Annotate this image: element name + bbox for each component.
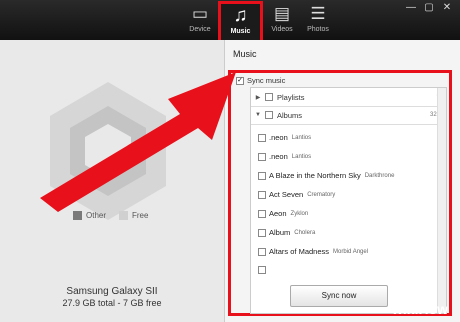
maximize-button[interactable]: ▢ — [422, 2, 436, 13]
chevron-down-icon: ▼ — [255, 112, 261, 118]
album-checkbox[interactable] — [258, 209, 266, 218]
device-pane: Other Free Samsung Galaxy SII 27.9 GB to… — [0, 40, 224, 322]
music-note-icon: ♫ — [233, 5, 248, 26]
group-albums-label: Albums — [277, 110, 303, 120]
sync-music-label: Sync music — [247, 76, 286, 85]
legend-free-label: Free — [132, 211, 149, 220]
close-button[interactable]: ✕ — [440, 2, 454, 13]
device-capacity: 27.9 GB total - 7 GB free — [62, 298, 162, 308]
album-item-partial[interactable] — [258, 266, 266, 274]
group-albums[interactable]: ▼ Albums 326 — [251, 106, 446, 125]
group-playlists-label: Playlists — [277, 92, 305, 102]
legend-free-swatch — [119, 211, 128, 220]
watermark-suffix: How — [418, 301, 449, 317]
tab-photos-label: Photos — [307, 26, 329, 33]
device-name: Samsung Galaxy SII — [66, 286, 158, 297]
device-icon: ▭ — [191, 4, 209, 23]
film-icon: ▤ — [273, 4, 291, 23]
sync-music-checkbox[interactable]: ✓ Sync music — [236, 76, 285, 85]
tab-videos-label: Videos — [271, 26, 293, 33]
album-item[interactable]: .neon Lantios — [258, 152, 311, 161]
album-item[interactable]: Act Seven Crematory — [258, 190, 335, 199]
album-title: Act Seven — [269, 190, 304, 199]
album-artist: Cholera — [294, 229, 316, 236]
legend-other: Other — [73, 211, 106, 220]
album-item[interactable]: Aeon Zyklon — [258, 209, 308, 218]
album-item[interactable]: A Blaze in the Northern Sky Darkthrone — [258, 171, 394, 180]
tab-device-label: Device — [189, 26, 211, 33]
photos-icon: ☰ — [310, 4, 326, 23]
chevron-right-icon: ▶ — [255, 94, 261, 101]
group-playlists[interactable]: ▶ Playlists 9 — [251, 88, 446, 107]
section-title: Music — [233, 49, 257, 59]
title-bar: — ▢ ✕ ▭ Device ♫ Music ▤ Videos ☰ Photos — [0, 0, 460, 44]
album-artist: Darkthrone — [364, 172, 395, 179]
album-checkbox[interactable] — [258, 133, 266, 142]
album-artist: Lantios — [291, 153, 312, 160]
minimize-button[interactable]: — — [404, 2, 418, 13]
album-checkbox[interactable] — [258, 152, 266, 161]
legend-other-label: Other — [86, 211, 107, 220]
album-item[interactable]: Altars of Madness Morbid Angel — [258, 247, 368, 256]
album-item[interactable]: Album Cholera — [258, 228, 315, 237]
album-title: .neon — [269, 133, 288, 142]
album-checkbox[interactable] — [258, 190, 266, 199]
albums-checkbox[interactable] — [265, 111, 273, 119]
tab-device[interactable]: ▭ Device — [180, 2, 220, 38]
list-scrollbar[interactable] — [437, 88, 446, 313]
tab-music[interactable]: ♫ Music — [218, 1, 263, 44]
album-checkbox[interactable] — [258, 266, 266, 274]
tab-photos[interactable]: ☰ Photos — [298, 2, 338, 38]
checkmark-icon: ✓ — [236, 76, 244, 85]
storage-hexagon-icon — [50, 82, 166, 220]
album-title: A Blaze in the Northern Sky — [269, 171, 361, 180]
sync-music-panel: ✓ Sync music ▶ Playlists 9 ▼ Albums 326 … — [228, 70, 452, 316]
sync-now-button[interactable]: Sync now — [290, 285, 388, 307]
album-artist: Zyklon — [290, 210, 309, 217]
album-checkbox[interactable] — [258, 228, 266, 237]
album-checkbox[interactable] — [258, 171, 266, 180]
album-checkbox[interactable] — [258, 247, 266, 256]
album-artist: Morbid Angel — [333, 248, 369, 255]
tab-videos[interactable]: ▤ Videos — [262, 2, 302, 38]
album-title: Altars of Madness — [269, 247, 330, 256]
music-list: ▶ Playlists 9 ▼ Albums 326 .neonLantios … — [250, 87, 447, 314]
playlists-checkbox[interactable] — [265, 93, 273, 101]
watermark-prefix: wiki — [392, 301, 419, 317]
album-title: Album — [269, 228, 291, 237]
album-artist: Lantios — [291, 134, 312, 141]
tab-music-label: Music — [230, 28, 251, 35]
album-title: .neon — [269, 152, 288, 161]
album-item[interactable]: .neon Lantios — [258, 133, 311, 142]
album-artist: Crematory — [307, 191, 336, 198]
legend-free: Free — [119, 211, 148, 220]
legend-other-swatch — [73, 211, 82, 220]
window-controls: — ▢ ✕ — [404, 2, 454, 14]
album-title: Aeon — [269, 209, 287, 218]
music-pane: Music ✓ Sync music ▶ Playlists 9 ▼ Album… — [224, 40, 460, 322]
wikihow-watermark: wiki How — [392, 296, 460, 322]
